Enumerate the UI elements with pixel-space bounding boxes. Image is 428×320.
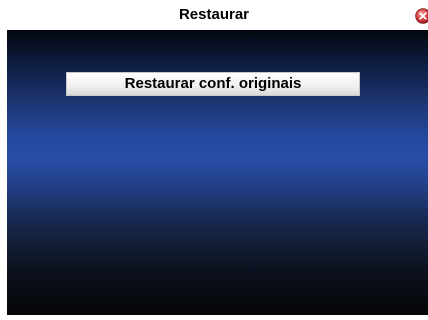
window-title: Restaurar xyxy=(178,6,250,23)
close-icon xyxy=(415,8,428,24)
restore-defaults-button[interactable]: Restaurar conf. originais xyxy=(66,72,360,96)
title-bar: Restaurar xyxy=(0,0,428,30)
content-area: Restaurar conf. originais xyxy=(7,30,428,315)
restore-window: Restaurar Restaurar conf. originais xyxy=(0,0,428,320)
close-button[interactable] xyxy=(415,8,428,24)
